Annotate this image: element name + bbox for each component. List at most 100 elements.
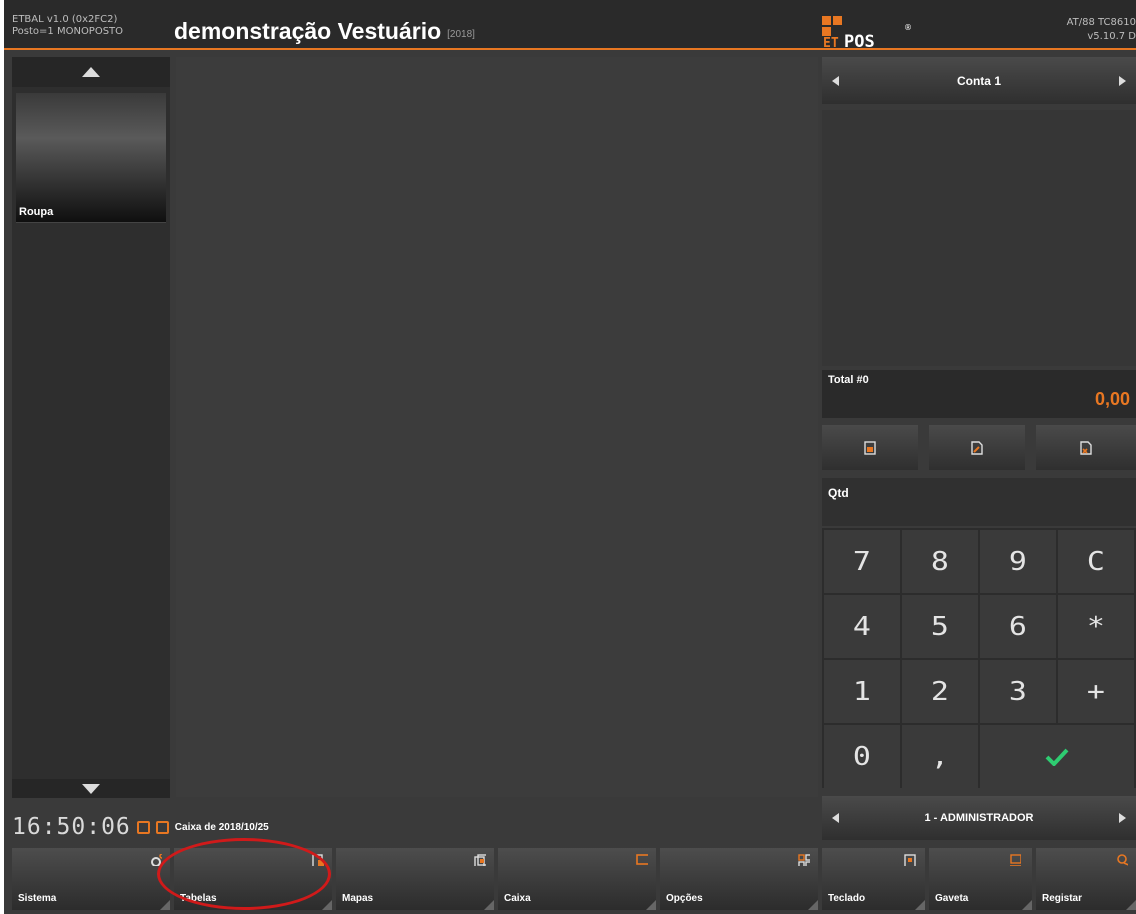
- account-selector[interactable]: Conta 1: [822, 57, 1136, 104]
- sistema-button[interactable]: Sistema: [12, 848, 170, 910]
- key-3-label: 3: [1008, 676, 1028, 707]
- total-label: Total #0: [828, 374, 869, 386]
- products-area: [176, 57, 818, 797]
- key-2[interactable]: 2: [902, 660, 978, 723]
- checkmark-icon: [1045, 748, 1069, 766]
- gaveta-button[interactable]: Gaveta: [929, 848, 1032, 910]
- drawer-icon: [1010, 854, 1021, 866]
- total-display: Total #0 0,00: [822, 370, 1136, 418]
- user-selector[interactable]: 1 - ADMINISTRADOR: [822, 796, 1136, 840]
- previous-user-icon[interactable]: [832, 813, 839, 823]
- key-0-label: 0: [852, 741, 872, 772]
- key-5[interactable]: 5: [902, 595, 978, 658]
- corner-marker: [646, 900, 656, 910]
- calendar-icon: [136, 820, 150, 834]
- teclado-button-label: Teclado: [828, 893, 866, 904]
- clock-display: 16:50:06: [12, 814, 131, 840]
- next-account-icon[interactable]: [1118, 75, 1126, 86]
- cancel-document-button[interactable]: [1036, 425, 1136, 470]
- total-value: 0,00: [1094, 389, 1130, 409]
- category-scroll-up-button[interactable]: [12, 57, 170, 87]
- tabelas-button-label: Tabelas: [180, 893, 217, 904]
- etpos-logo: ET POS ®: [822, 16, 922, 52]
- mapas-button-label: Mapas: [342, 893, 374, 904]
- cash-register-icon: [636, 854, 648, 865]
- key-2-label: 2: [930, 676, 950, 707]
- tables-icon: [312, 854, 324, 866]
- document-cancel-icon: [1080, 440, 1092, 455]
- arrow-up-icon: [82, 67, 100, 77]
- key-comma[interactable]: ,: [902, 725, 978, 788]
- document-edit-icon: [971, 440, 983, 455]
- edit-document-button[interactable]: [929, 425, 1025, 470]
- corner-marker: [808, 900, 818, 910]
- opcoes-button[interactable]: Opções: [660, 848, 818, 910]
- key-1[interactable]: 1: [824, 660, 900, 723]
- cash-register-icon: [155, 820, 169, 834]
- key-multiply-label: *: [1086, 611, 1106, 642]
- key-clear-label: C: [1086, 546, 1106, 577]
- terminal-info: ETBAL v1.0 (0x2FC2) Posto=1 MONOPOSTO: [12, 14, 123, 38]
- version-info-line1: AT/88 TC8610: [1066, 17, 1136, 28]
- grid-icon: [798, 854, 810, 866]
- caixa-button[interactable]: Caixa: [498, 848, 656, 910]
- mapas-button[interactable]: Mapas: [336, 848, 494, 910]
- key-plus-label: +: [1086, 676, 1106, 707]
- key-6-label: 6: [1008, 611, 1028, 642]
- quantity-field[interactable]: Qtd: [822, 478, 1136, 526]
- order-lines-list[interactable]: [822, 110, 1136, 366]
- teclado-button[interactable]: Teclado: [822, 848, 925, 910]
- version-info-line2: v5.10.7 D: [1087, 31, 1136, 42]
- key-0[interactable]: 0: [824, 725, 900, 788]
- key-1-label: 1: [852, 676, 872, 707]
- corner-marker: [1126, 900, 1136, 910]
- corner-marker: [484, 900, 494, 910]
- key-8[interactable]: 8: [902, 530, 978, 593]
- tabelas-button[interactable]: Tabelas: [174, 848, 332, 910]
- corner-marker: [322, 900, 332, 910]
- numeric-keypad: 7 8 9 C 4 5 6 * 1 2 3 + 0 ,: [822, 528, 1136, 788]
- account-label: Conta 1: [956, 73, 1001, 88]
- key-multiply[interactable]: *: [1058, 595, 1134, 658]
- user-label: 1 - ADMINISTRADOR: [924, 812, 1034, 824]
- key-3[interactable]: 3: [980, 660, 1056, 723]
- page-title: demonstração Vestuário [2018]: [174, 18, 475, 45]
- category-tile-label: Roupa: [19, 206, 54, 218]
- opcoes-button-label: Opções: [666, 893, 703, 904]
- version-info: AT/88 TC8610 v5.10.7 D: [1067, 16, 1136, 44]
- arrow-down-icon: [82, 783, 100, 794]
- terminal-info-line2: Posto=1 MONOPOSTO: [12, 26, 124, 37]
- key-4[interactable]: 4: [824, 595, 900, 658]
- key-comma-label: ,: [930, 741, 950, 772]
- keyboard-icon: [904, 854, 916, 866]
- corner-marker: [1022, 900, 1032, 910]
- registar-button[interactable]: Registar: [1036, 848, 1136, 910]
- key-9[interactable]: 9: [980, 530, 1056, 593]
- key-7-label: 7: [852, 546, 872, 577]
- caixa-button-label: Caixa: [504, 893, 531, 904]
- sistema-button-label: Sistema: [18, 893, 57, 904]
- key-clear[interactable]: C: [1058, 530, 1134, 593]
- category-tile-roupa[interactable]: Roupa: [16, 93, 166, 223]
- page-title-text: demonstração Vestuário: [174, 18, 442, 44]
- new-document-button[interactable]: [822, 425, 918, 470]
- svg-text:POS: POS: [844, 32, 875, 48]
- key-6[interactable]: 6: [980, 595, 1056, 658]
- previous-account-icon[interactable]: [832, 75, 839, 86]
- svg-text:ET: ET: [823, 36, 839, 48]
- key-9-label: 9: [1008, 546, 1028, 577]
- key-8-label: 8: [930, 546, 950, 577]
- category-scroll-down-button[interactable]: [12, 779, 170, 798]
- maps-icon: [474, 854, 486, 866]
- key-confirm[interactable]: [980, 725, 1134, 788]
- header-bar: ETBAL v1.0 (0x2FC2) Posto=1 MONOPOSTO de…: [4, 0, 1136, 52]
- pos-app: ETBAL v1.0 (0x2FC2) Posto=1 MONOPOSTO de…: [4, 0, 1136, 914]
- key-plus[interactable]: +: [1058, 660, 1134, 723]
- svg-text:®: ®: [904, 23, 912, 32]
- next-user-icon[interactable]: [1118, 813, 1126, 823]
- key-7[interactable]: 7: [824, 530, 900, 593]
- key-4-label: 4: [852, 611, 872, 642]
- corner-marker: [915, 900, 925, 910]
- quantity-label: Qtd: [828, 486, 849, 500]
- document-icon: [864, 440, 876, 455]
